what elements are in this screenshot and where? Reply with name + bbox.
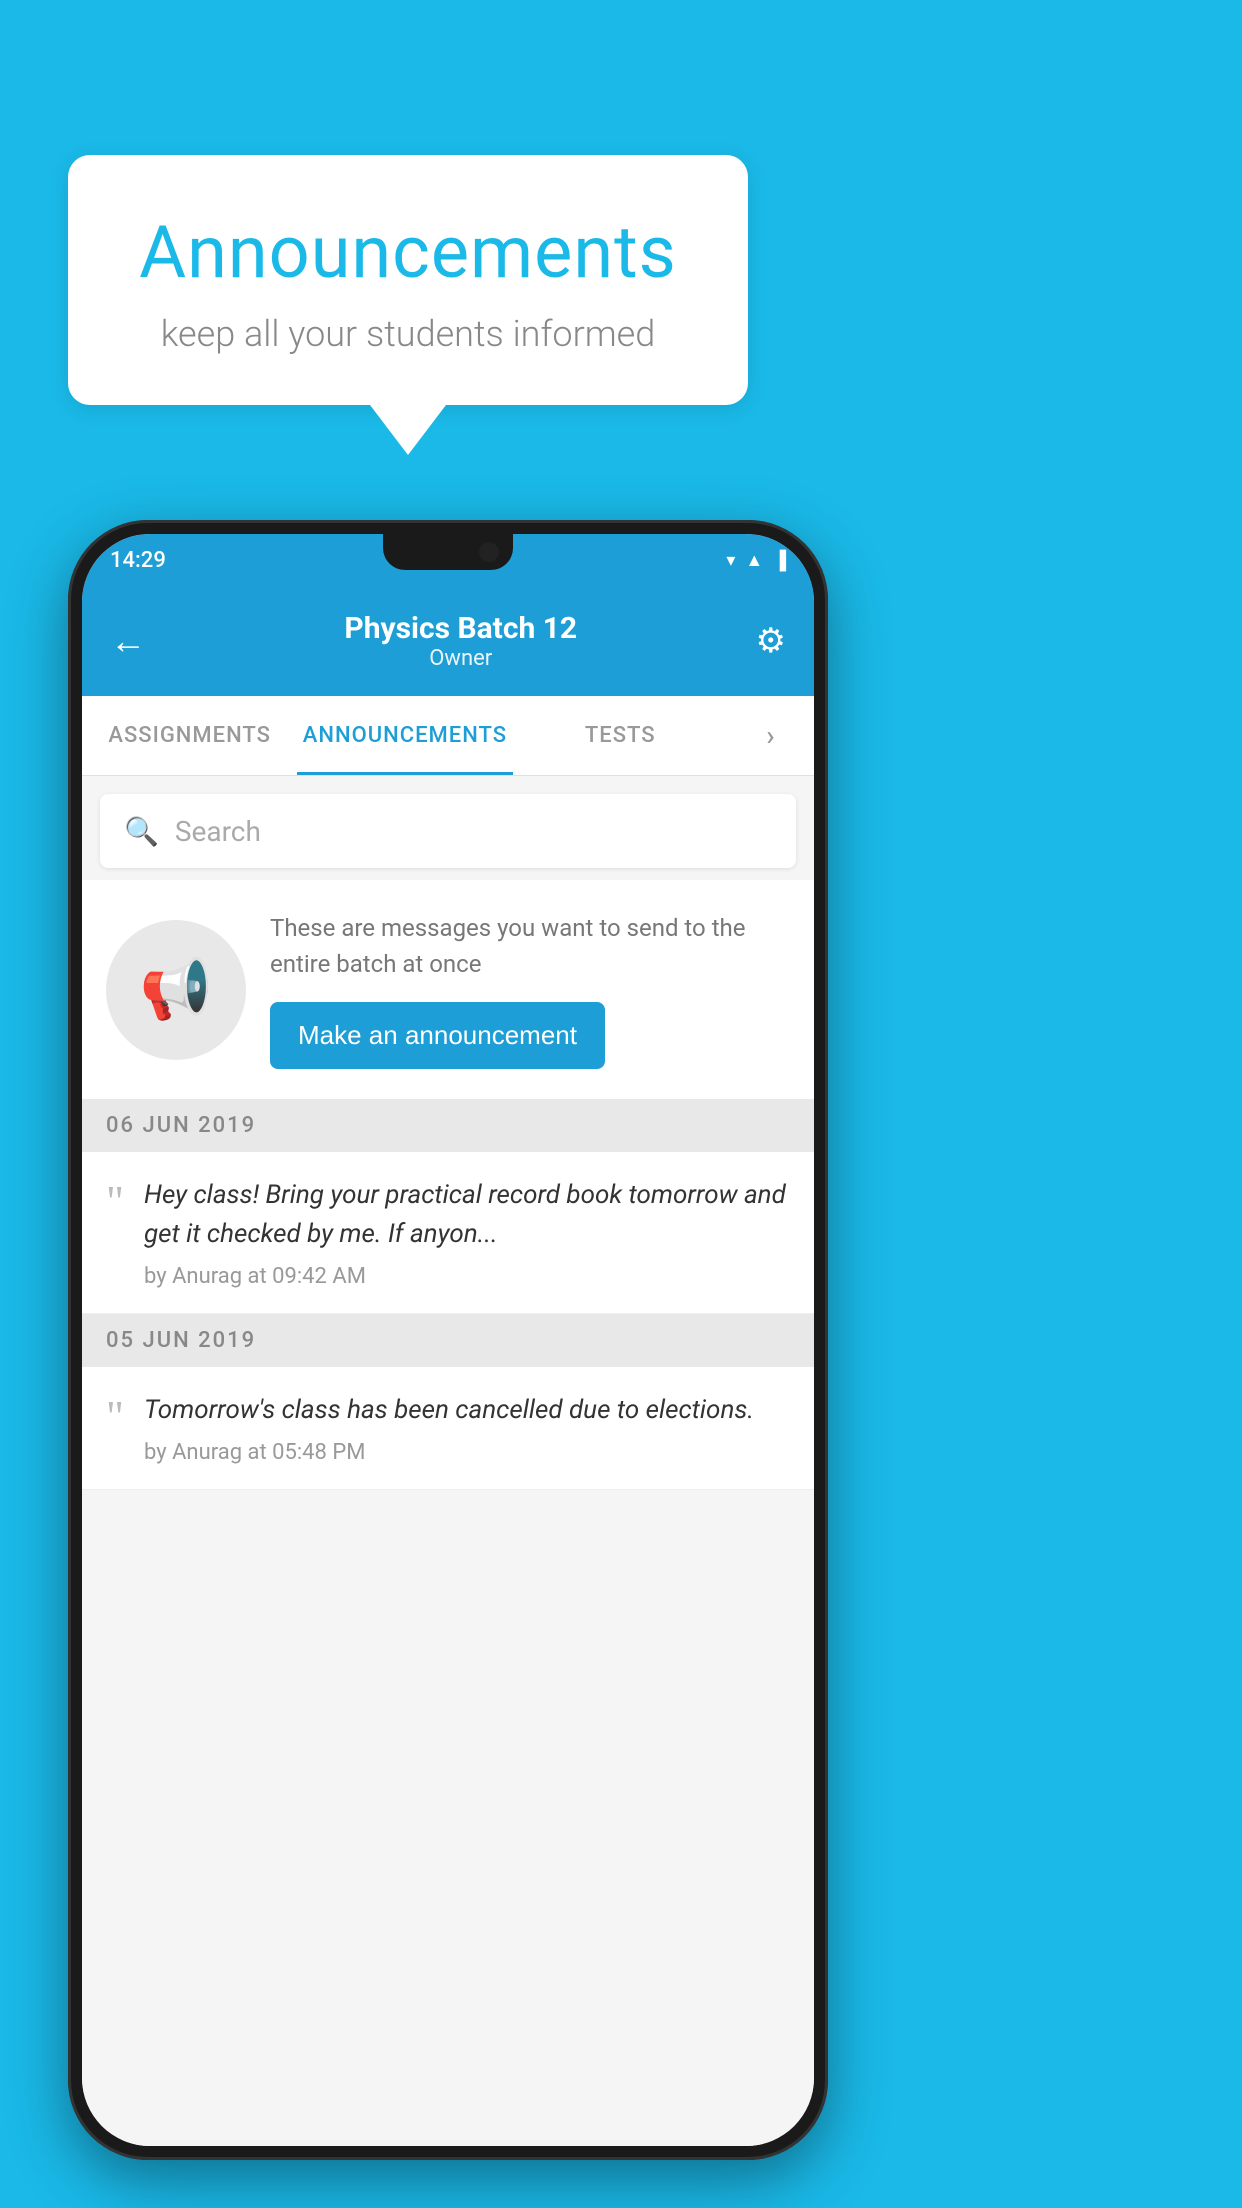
quote-icon-2: "	[106, 1395, 124, 1439]
announcement-text-wrap-2: Tomorrow's class has been cancelled due …	[144, 1391, 790, 1465]
speech-bubble-title: Announcements	[128, 210, 688, 295]
search-icon: 🔍	[124, 815, 159, 848]
back-button[interactable]: ←	[110, 620, 146, 662]
promo-description: These are messages you want to send to t…	[270, 910, 790, 982]
app-bar-title-group: Physics Batch 12 Owner	[166, 611, 756, 671]
quote-icon-1: "	[106, 1180, 124, 1224]
promo-right: These are messages you want to send to t…	[270, 910, 790, 1069]
status-time: 14:29	[110, 548, 166, 573]
date-separator-2: 05 JUN 2019	[82, 1314, 814, 1367]
speech-bubble-container: Announcements keep all your students inf…	[68, 155, 748, 455]
wifi-icon: ▾	[726, 550, 735, 571]
search-bar[interactable]: 🔍 Search	[100, 794, 796, 868]
speech-bubble-subtitle: keep all your students informed	[128, 313, 688, 355]
battery-icon: ▐	[773, 550, 786, 571]
front-camera	[479, 542, 499, 562]
tab-announcements[interactable]: ANNOUNCEMENTS	[297, 696, 512, 775]
announcement-text-1: Hey class! Bring your practical record b…	[144, 1176, 790, 1254]
search-input-placeholder: Search	[175, 815, 261, 848]
announcement-meta-1: by Anurag at 09:42 AM	[144, 1264, 790, 1289]
content-area: 🔍 Search 📢 These are messages you want t…	[82, 776, 814, 2146]
tab-more[interactable]: ›	[728, 696, 814, 775]
speech-bubble-tail	[370, 405, 446, 455]
tabs-bar: ASSIGNMENTS ANNOUNCEMENTS TESTS ›	[82, 696, 814, 776]
status-icons: ▾ ▲ ▐	[726, 550, 786, 571]
announcement-text-wrap-1: Hey class! Bring your practical record b…	[144, 1176, 790, 1289]
announcement-item-2[interactable]: " Tomorrow's class has been cancelled du…	[82, 1367, 814, 1490]
announcement-text-2: Tomorrow's class has been cancelled due …	[144, 1391, 790, 1430]
app-bar-subtitle: Owner	[166, 646, 756, 671]
date-separator-1: 06 JUN 2019	[82, 1099, 814, 1152]
phone-frame: 14:29 ▾ ▲ ▐ ← Physics Batch 12 Owner ⚙	[68, 520, 828, 2160]
announcement-meta-2: by Anurag at 05:48 PM	[144, 1440, 790, 1465]
phone-notch	[383, 534, 513, 570]
settings-icon[interactable]: ⚙	[756, 621, 786, 661]
app-bar: ← Physics Batch 12 Owner ⚙	[82, 586, 814, 696]
make-announcement-button[interactable]: Make an announcement	[270, 1002, 605, 1069]
screen-inner: 14:29 ▾ ▲ ▐ ← Physics Batch 12 Owner ⚙	[82, 534, 814, 2146]
megaphone-icon: 📢	[140, 956, 212, 1024]
phone-mockup: 14:29 ▾ ▲ ▐ ← Physics Batch 12 Owner ⚙	[68, 520, 828, 2160]
tab-tests[interactable]: TESTS	[513, 696, 728, 775]
phone-screen: 14:29 ▾ ▲ ▐ ← Physics Batch 12 Owner ⚙	[82, 534, 814, 2146]
announcement-item-1[interactable]: " Hey class! Bring your practical record…	[82, 1152, 814, 1314]
speech-bubble: Announcements keep all your students inf…	[68, 155, 748, 405]
signal-icon: ▲	[745, 550, 763, 571]
promo-card: 📢 These are messages you want to send to…	[82, 880, 814, 1099]
promo-icon-circle: 📢	[106, 920, 246, 1060]
tab-assignments[interactable]: ASSIGNMENTS	[82, 696, 297, 775]
app-bar-title: Physics Batch 12	[166, 611, 756, 646]
